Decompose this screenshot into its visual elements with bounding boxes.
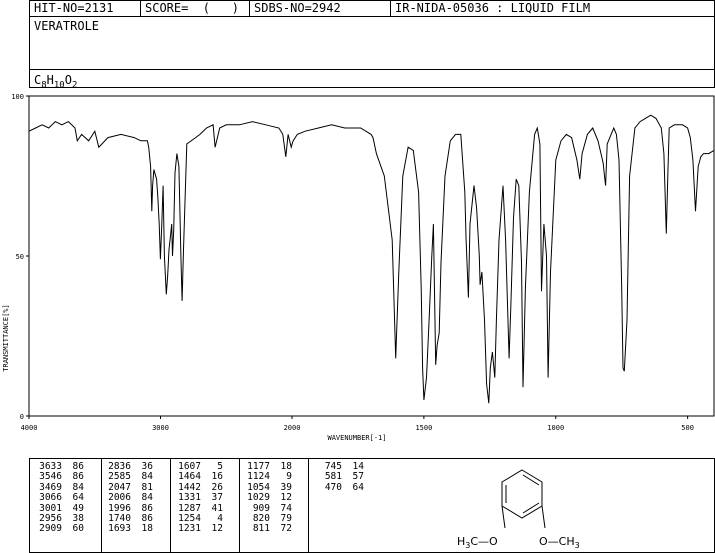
peak-row: 470 64 bbox=[315, 481, 364, 493]
y-tick-label: 50 bbox=[16, 253, 24, 261]
peak-row: 1231 12 bbox=[174, 523, 223, 535]
sdbs-number: SDBS-NO=2942 bbox=[254, 1, 341, 15]
formula-divider bbox=[29, 69, 715, 70]
y-tick-label: 0 bbox=[20, 413, 24, 421]
peak-column-divider bbox=[308, 458, 309, 553]
ir-spectrum-chart: 100500 4000 3000 2000 1500 1000 500 WAVENUMBE… bbox=[2, 93, 715, 442]
structure-diagram: H3C—O O—CH3 bbox=[457, 469, 580, 550]
peak-row: 1029 12 bbox=[243, 492, 292, 503]
peak-column: 3633 86 3546 86 3469 84 3066 64 3001 49 2956 38 2909… bbox=[35, 461, 84, 535]
x-tick-label: 3000 bbox=[152, 424, 169, 432]
methoxy-left: H3C—O bbox=[457, 535, 498, 550]
compound-info-box bbox=[29, 16, 715, 88]
peak-column: 1177 18 1124 9 1054 39 1029 12 909 74 820 79 811 72 bbox=[243, 461, 292, 535]
peak-transmittance: 60 bbox=[72, 523, 84, 535]
peak-row: 811 72 bbox=[243, 523, 292, 535]
peak-column-divider bbox=[170, 458, 171, 553]
peak-wavenumber: 1231 bbox=[178, 523, 201, 535]
peak-row: 2909 60 bbox=[35, 523, 84, 535]
x-tick-label: 1000 bbox=[547, 424, 564, 432]
peak-transmittance: 64 bbox=[352, 481, 364, 493]
peak-columns: 3633 86 3546 86 3469 84 3066 64 3001 49 2956 38 2909… bbox=[0, 458, 455, 553]
peak-column: 745 14 581 57 470 64 bbox=[315, 461, 364, 493]
peak-transmittance: 18 bbox=[141, 523, 153, 535]
peak-transmittance: 12 bbox=[211, 523, 223, 535]
x-axis-label: WAVENUMBER[-1] bbox=[327, 434, 386, 442]
formula-o: O bbox=[64, 73, 72, 87]
score-field: SCORE= ( ) bbox=[145, 1, 239, 15]
x-tick-label: 4000 bbox=[21, 424, 38, 432]
formula-h: H bbox=[46, 73, 54, 87]
y-axis-label: TRANSMITTANCE[%] bbox=[2, 304, 10, 371]
x-tick-label: 1500 bbox=[415, 424, 432, 432]
peak-wavenumber: 811 bbox=[252, 523, 270, 535]
method-info: IR-NIDA-05036 : LIQUID FILM bbox=[395, 1, 591, 15]
methoxy-right: O—CH3 bbox=[539, 535, 580, 550]
compound-name: VERATROLE bbox=[34, 19, 100, 33]
hit-number: HIT-NO=2131 bbox=[34, 1, 114, 15]
x-tick-label: 2000 bbox=[284, 424, 301, 432]
peak-wavenumber: 470 bbox=[324, 481, 342, 493]
peak-column: 2836 36 2585 84 2047 81 2006 84 1996 86 1740 86 1693… bbox=[104, 461, 153, 535]
peak-wavenumber: 1693 bbox=[108, 523, 131, 535]
peak-wavenumber: 2909 bbox=[39, 523, 62, 535]
plot-frame bbox=[28, 95, 715, 417]
spectrum-line bbox=[28, 114, 715, 404]
peak-row: 3066 64 bbox=[35, 492, 84, 503]
peak-column-divider bbox=[239, 458, 240, 553]
peak-column: 1607 5 1464 16 1442 26 1331 37 1287 41 1254 4 1231 12 bbox=[174, 461, 223, 535]
peak-row: 1331 37 bbox=[174, 492, 223, 503]
peak-row: 1693 18 bbox=[104, 523, 153, 535]
x-tick-label: 500 bbox=[681, 424, 694, 432]
benzene-ring bbox=[501, 469, 546, 529]
peak-row: 2006 84 bbox=[104, 492, 153, 503]
peak-transmittance: 72 bbox=[280, 523, 292, 535]
y-tick-label: 100 bbox=[11, 93, 24, 101]
peak-column-divider bbox=[101, 458, 102, 553]
